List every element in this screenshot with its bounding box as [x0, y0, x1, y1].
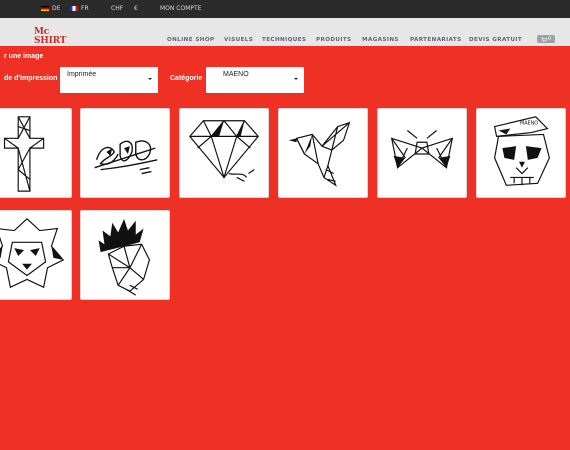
- language-de-link[interactable]: DE: [41, 5, 60, 12]
- top-utility-bar: DE FR CHF € MON COMPTE: [0, 0, 570, 18]
- french-flag-icon: [70, 6, 78, 11]
- gallery-item-bow[interactable]: [377, 108, 467, 198]
- mohawk-head-drawing-icon: [98, 218, 151, 296]
- gallery-item-skull[interactable]: MAENO: [476, 108, 566, 198]
- panel-title: r une image: [4, 53, 44, 60]
- cross-drawing-icon: [3, 116, 45, 192]
- category-value: MAENO: [223, 71, 249, 78]
- category-label: Catégorie: [170, 75, 203, 82]
- cart-button[interactable]: 0: [537, 35, 555, 43]
- language-de-label: DE: [52, 5, 61, 12]
- nav-online-shop[interactable]: ONLINE SHOP: [167, 37, 215, 43]
- currency-chf-link[interactable]: CHF: [111, 5, 123, 12]
- currency-eur-label: €: [134, 5, 138, 12]
- bow-drawing-icon: [390, 130, 454, 169]
- nav-visuels[interactable]: VISUELS: [224, 37, 253, 43]
- nav-produits[interactable]: PRODUITS: [316, 37, 351, 43]
- diamond-drawing-icon: [189, 119, 259, 182]
- nav-partenariats[interactable]: PARTENARIATS: [410, 37, 462, 43]
- gallery-item-cross[interactable]: [0, 108, 72, 198]
- currency-chf-label: CHF: [111, 5, 124, 12]
- gallery-item-diamond[interactable]: [179, 108, 269, 198]
- chevron-down-icon: [148, 78, 152, 80]
- german-flag-icon: [41, 6, 49, 11]
- print-type-select[interactable]: Imprimée: [60, 67, 158, 93]
- print-type-label: de d'impression: [4, 75, 58, 82]
- bird-drawing-icon: [288, 121, 351, 187]
- image-selection-panel: r une image de d'impression Imprimée Cat…: [0, 46, 570, 450]
- nav-devis-gratuit[interactable]: DEVIS GRATUIT: [469, 37, 522, 43]
- nav-techniques[interactable]: TECHNIQUES: [262, 37, 306, 43]
- account-label: MON COMPTE: [160, 5, 202, 12]
- gallery-item-lion[interactable]: [0, 210, 72, 300]
- lion-drawing-icon: [0, 218, 65, 289]
- skull-cap-drawing-icon: MAENO: [493, 116, 550, 186]
- account-link[interactable]: MON COMPTE: [160, 5, 201, 12]
- gallery-item-mohawk[interactable]: [80, 210, 170, 300]
- category-select[interactable]: MAENO: [206, 67, 304, 93]
- print-type-value: Imprimée: [67, 71, 97, 78]
- cart-icon: [541, 36, 548, 42]
- language-fr-label: FR: [81, 5, 89, 12]
- language-fr-link[interactable]: FR: [70, 5, 89, 12]
- svg-text:MAENO: MAENO: [520, 121, 538, 127]
- chevron-down-icon: [294, 78, 298, 80]
- main-nav: ONLINE SHOP VISUELS TECHNIQUES PRODUITS …: [0, 37, 570, 45]
- gallery-item-graffiti[interactable]: [80, 108, 170, 198]
- nav-magasins[interactable]: MAGASINS: [362, 37, 399, 43]
- graffiti-tag-drawing-icon: [94, 140, 158, 175]
- currency-eur-link[interactable]: €: [134, 5, 138, 12]
- cart-count: 0: [548, 36, 551, 42]
- gallery-item-bird[interactable]: [278, 108, 368, 198]
- site-header: Mc SHIRT ONLINE SHOP VISUELS TECHNIQUES …: [0, 18, 570, 50]
